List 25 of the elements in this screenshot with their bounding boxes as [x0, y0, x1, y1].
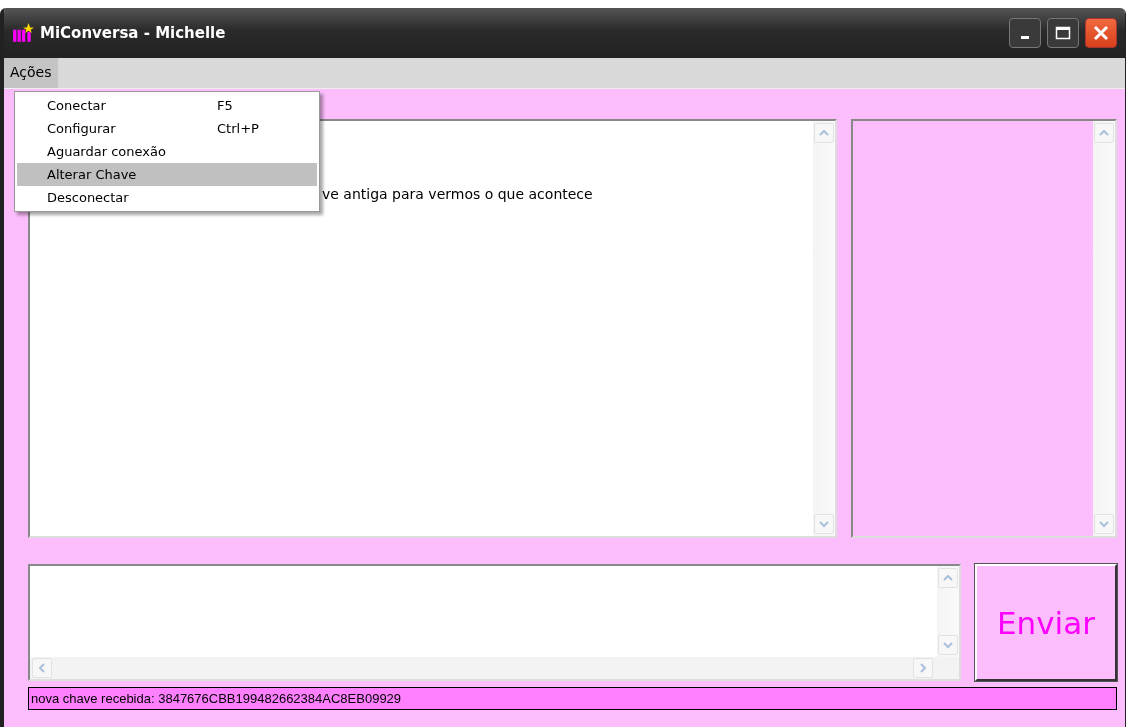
scroll-up-icon[interactable] [1094, 123, 1114, 143]
close-icon [1093, 25, 1109, 41]
maximize-icon [1055, 26, 1071, 40]
scroll-up-icon[interactable] [814, 123, 834, 143]
minimize-button[interactable] [1009, 18, 1041, 48]
minimize-icon [1021, 36, 1029, 39]
scroll-left-icon[interactable] [32, 658, 52, 678]
message-input-field[interactable] [28, 564, 961, 681]
menu-option[interactable]: Configurar Ctrl+P [17, 117, 317, 140]
scroll-right-icon[interactable] [913, 658, 933, 678]
chat-message: ve antiga para vermos o que acontece [322, 186, 594, 202]
scroll-down-icon[interactable] [938, 635, 958, 655]
scroll-down-icon[interactable] [814, 514, 834, 534]
status-bar: nova chave recebida: 3847676CBB199482662384AC8EB09929 [28, 687, 1117, 710]
scroll-up-icon[interactable] [938, 568, 958, 588]
menu-option[interactable]: Alterar Chave [17, 163, 317, 186]
scroll-down-icon[interactable] [1094, 514, 1114, 534]
app-logo-icon [12, 23, 34, 43]
window-title: MiConversa - Michelle [40, 24, 226, 42]
menu-option[interactable]: Desconectar [17, 186, 317, 209]
menu-option[interactable]: Aguardar conexão [17, 140, 317, 163]
close-button[interactable] [1085, 18, 1117, 48]
menu-item[interactable]: Ações [4, 58, 58, 88]
maximize-button[interactable] [1047, 18, 1079, 48]
menu-option[interactable]: Conectar F5 [17, 94, 317, 117]
